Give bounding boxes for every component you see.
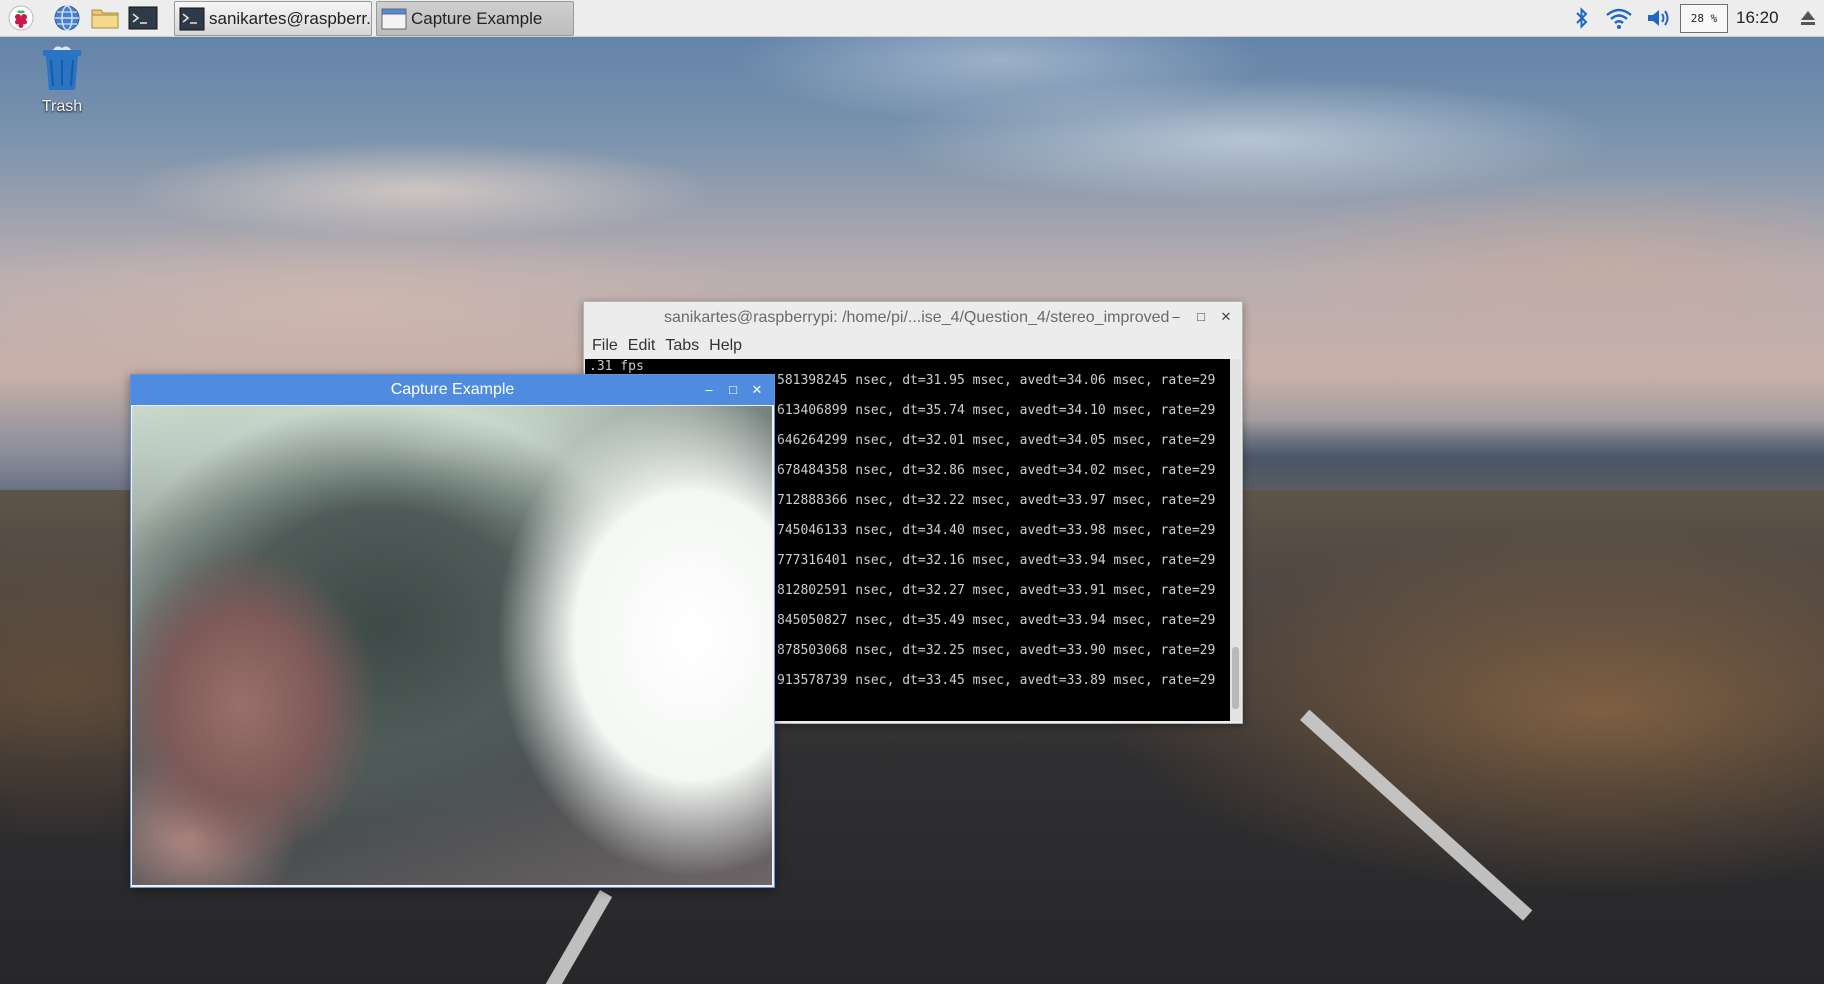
terminal-line: 913578739 nsec, dt=33.45 msec, avedt=33.…	[777, 673, 1216, 688]
terminal-line: 777316401 nsec, dt=32.16 msec, avedt=33.…	[777, 553, 1216, 568]
task-button-capture-example[interactable]: Capture Example	[376, 1, 574, 36]
cpu-usage-monitor[interactable]: 28 %	[1680, 4, 1728, 33]
trash-desktop-icon[interactable]: Trash	[34, 44, 90, 116]
capture-titlebar[interactable]: Capture Example – □ ✕	[131, 375, 774, 405]
task-button-label: sanikartes@raspberr...	[209, 8, 372, 28]
close-button[interactable]: ✕	[750, 383, 764, 397]
close-button[interactable]: ✕	[1219, 310, 1233, 324]
terminal-title: sanikartes@raspberrypi: /home/pi/...ise_…	[664, 309, 1170, 326]
terminal-scrollbar[interactable]	[1230, 359, 1241, 721]
wifi-icon[interactable]	[1604, 4, 1634, 32]
clock[interactable]: 16:20	[1736, 0, 1788, 36]
terminal-icon	[179, 7, 205, 30]
window-icon	[381, 8, 407, 29]
camera-preview	[132, 406, 772, 885]
terminal-line: 678484358 nsec, dt=32.86 msec, avedt=34.…	[777, 463, 1216, 478]
volume-icon[interactable]	[1644, 4, 1674, 32]
terminal-line: .31 fps	[589, 359, 644, 374]
terminal-line: 581398245 nsec, dt=31.95 msec, avedt=34.…	[777, 373, 1216, 388]
maximize-button[interactable]: □	[726, 383, 740, 397]
terminal-line: 878503068 nsec, dt=32.25 msec, avedt=33.…	[777, 643, 1216, 658]
terminal-line: 845050827 nsec, dt=35.49 msec, avedt=33.…	[777, 613, 1216, 628]
terminal-icon[interactable]	[128, 4, 158, 32]
terminal-titlebar[interactable]: sanikartes@raspberrypi: /home/pi/...ise_…	[584, 302, 1242, 333]
menu-file[interactable]: File	[592, 333, 618, 359]
clock-time: 16:20	[1736, 8, 1779, 27]
task-button-label: Capture Example	[411, 8, 543, 28]
maximize-button[interactable]: □	[1194, 310, 1208, 324]
web-browser-icon[interactable]	[52, 4, 82, 32]
menu-edit[interactable]: Edit	[628, 333, 656, 359]
cpu-usage-value: 28 %	[1690, 12, 1718, 25]
capture-title: Capture Example	[390, 381, 515, 398]
wallpaper-hills	[1180, 420, 1824, 490]
terminal-line: 745046133 nsec, dt=34.40 msec, avedt=33.…	[777, 523, 1216, 538]
trash-icon	[43, 46, 81, 90]
file-manager-icon[interactable]	[90, 4, 120, 32]
bluetooth-icon[interactable]	[1570, 4, 1594, 32]
raspberry-menu-icon[interactable]	[6, 4, 36, 32]
task-button-terminal[interactable]: sanikartes@raspberr...	[174, 1, 372, 36]
terminal-menubar: File Edit Tabs Help	[584, 333, 1242, 359]
terminal-line: 646264299 nsec, dt=32.01 msec, avedt=34.…	[777, 433, 1216, 448]
capture-example-window[interactable]: Capture Example – □ ✕	[130, 374, 775, 888]
minimize-button[interactable]: –	[1169, 310, 1183, 324]
eject-icon[interactable]	[1798, 4, 1818, 32]
menu-help[interactable]: Help	[709, 333, 742, 359]
trash-label: Trash	[41, 98, 83, 115]
terminal-line: 812802591 nsec, dt=32.27 msec, avedt=33.…	[777, 583, 1216, 598]
taskbar: sanikartes@raspberr... Capture Example 2…	[0, 0, 1824, 37]
menu-tabs[interactable]: Tabs	[665, 333, 699, 359]
terminal-line: 613406899 nsec, dt=35.74 msec, avedt=34.…	[777, 403, 1216, 418]
scrollbar-thumb[interactable]	[1232, 647, 1239, 709]
minimize-button[interactable]: –	[702, 383, 716, 397]
terminal-line: 712888366 nsec, dt=32.22 msec, avedt=33.…	[777, 493, 1216, 508]
